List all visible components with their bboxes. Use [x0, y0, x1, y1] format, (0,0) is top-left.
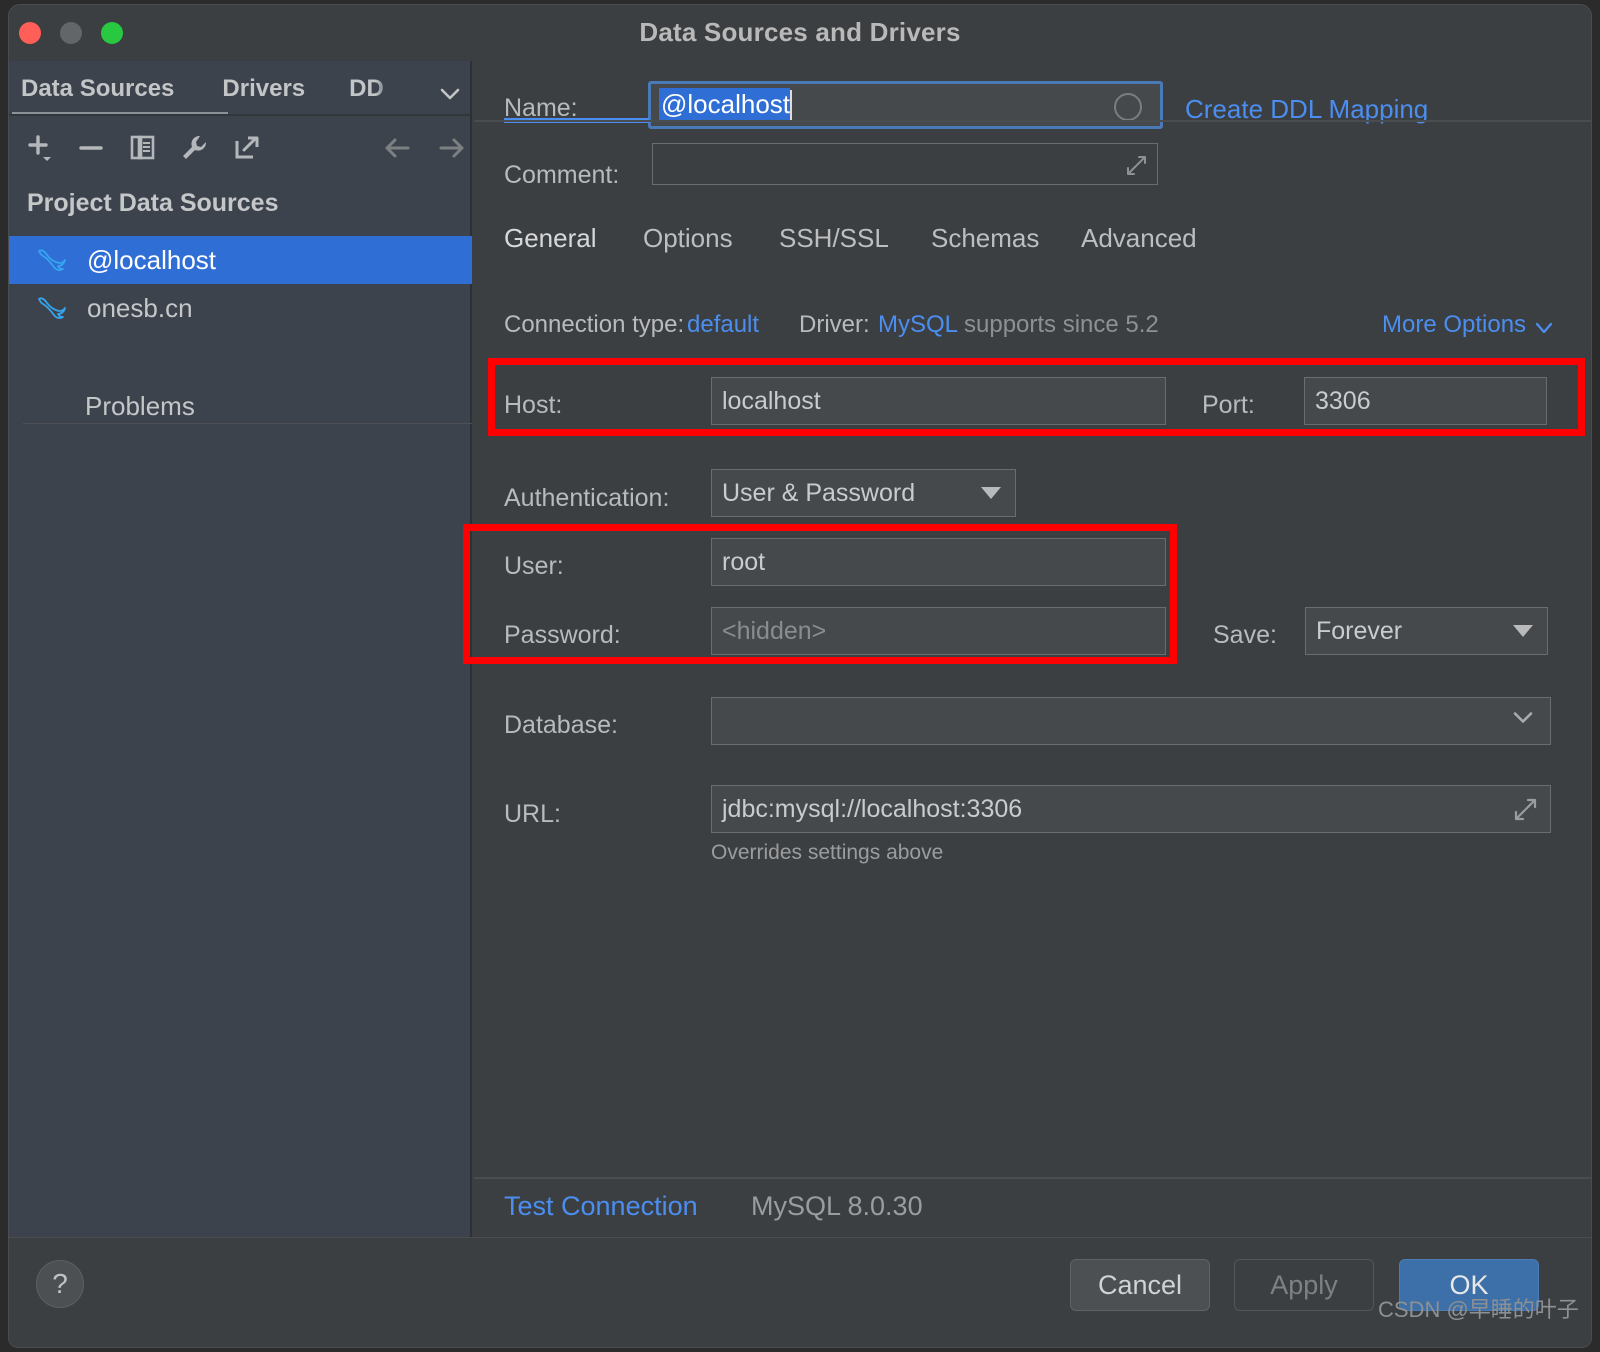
watermark: CSDN @早睡的叶子: [1378, 1297, 1579, 1322]
tab-drivers[interactable]: Drivers: [222, 61, 305, 113]
settings-tabs: General Options SSH/SSL Schemas Advanced: [474, 213, 1591, 271]
password-placeholder: <hidden>: [722, 616, 827, 645]
expand-icon[interactable]: [1511, 795, 1539, 828]
properties-button[interactable]: [172, 127, 216, 169]
add-button[interactable]: [19, 127, 63, 169]
cancel-button[interactable]: Cancel: [1070, 1259, 1210, 1311]
tab-schemas[interactable]: Schemas: [931, 223, 1039, 254]
tabs-divider: [9, 114, 470, 116]
data-sources-dialog: Data Sources and Drivers Data Sources Dr…: [8, 4, 1592, 1348]
text-caret: [790, 90, 793, 120]
caret-down-icon: [1513, 625, 1533, 637]
dialog-footer: ? Cancel Apply OK: [9, 1237, 1591, 1347]
chevron-down-icon: [1510, 705, 1536, 738]
back-button[interactable]: [376, 127, 420, 169]
save-label: Save:: [1213, 621, 1277, 649]
sidebar: Data Sources Drivers DD Project Data Sou…: [9, 61, 472, 1237]
color-indicator-icon[interactable]: [1114, 93, 1142, 121]
user-input[interactable]: root: [711, 538, 1166, 586]
driver-label: Driver:: [799, 311, 870, 338]
mysql-dolphin-icon: [35, 243, 69, 277]
connection-type-value[interactable]: default: [687, 311, 759, 339]
url-hint: Overrides settings above: [711, 841, 944, 864]
mysql-dolphin-icon: [35, 291, 69, 325]
driver-version-label: MySQL 8.0.30: [751, 1191, 923, 1221]
password-label: Password:: [504, 621, 621, 649]
database-select[interactable]: [711, 697, 1551, 745]
sidebar-divider: [23, 423, 472, 424]
export-button[interactable]: [224, 127, 268, 169]
duplicate-button[interactable]: [121, 127, 165, 169]
host-input[interactable]: localhost: [711, 377, 1166, 425]
url-label: URL:: [504, 800, 561, 828]
help-button[interactable]: ?: [36, 1260, 84, 1308]
test-connection-link[interactable]: Test Connection: [504, 1191, 698, 1222]
host-label: Host:: [504, 391, 563, 419]
remove-button[interactable]: [69, 127, 113, 169]
driver-value[interactable]: MySQL: [878, 311, 958, 339]
expand-icon[interactable]: [1123, 152, 1149, 178]
port-input[interactable]: 3306: [1304, 377, 1547, 425]
problems-label[interactable]: Problems: [85, 391, 195, 422]
main-panel: Name: @localhost Create DDL Mapping Comm…: [474, 61, 1591, 1237]
authentication-select[interactable]: User & Password: [711, 469, 1016, 517]
chevron-down-icon[interactable]: [1533, 317, 1555, 344]
sidebar-group-title: Project Data Sources: [27, 189, 279, 217]
url-input[interactable]: jdbc:mysql://localhost:3306: [711, 785, 1551, 833]
forward-button[interactable]: [429, 127, 473, 169]
authentication-label: Authentication:: [504, 484, 670, 512]
tab-options[interactable]: Options: [643, 223, 733, 254]
title-bar: Data Sources and Drivers: [9, 5, 1591, 61]
tab-ddl-mappings[interactable]: DD: [349, 61, 393, 113]
sidebar-item-label: @localhost: [87, 244, 217, 275]
apply-button: Apply: [1234, 1259, 1374, 1311]
save-value: Forever: [1316, 616, 1403, 645]
caret-down-icon: [981, 487, 1001, 499]
name-input-value: @localhost: [659, 88, 791, 122]
more-options-link[interactable]: More Options: [1382, 311, 1526, 339]
window-title: Data Sources and Drivers: [639, 17, 961, 47]
sidebar-item-localhost[interactable]: @localhost: [9, 236, 472, 284]
authentication-value: User & Password: [722, 478, 916, 507]
connection-info-row: Connection type: default Driver: MySQL s…: [474, 311, 1591, 347]
sidebar-item-onesb[interactable]: onesb.cn: [9, 284, 472, 332]
save-select[interactable]: Forever: [1305, 607, 1548, 655]
tab-data-sources[interactable]: Data Sources: [21, 61, 174, 113]
comment-label: Comment:: [504, 161, 620, 189]
sidebar-tabs: Data Sources Drivers DD: [9, 61, 470, 117]
tab-general[interactable]: General: [504, 223, 597, 254]
port-label: Port:: [1202, 391, 1255, 419]
driver-note: supports since 5.2: [964, 311, 1159, 338]
main-footer-divider: [474, 1177, 1591, 1179]
connection-type-label: Connection type:: [504, 311, 685, 338]
comment-input[interactable]: [652, 143, 1158, 185]
user-label: User:: [504, 552, 564, 580]
chevron-down-icon[interactable]: [437, 81, 463, 107]
settings-tabs-divider: [474, 120, 1591, 122]
tab-ssh-ssl[interactable]: SSH/SSL: [779, 223, 889, 254]
sidebar-toolbar: [9, 119, 470, 177]
database-label: Database:: [504, 711, 618, 739]
password-input[interactable]: <hidden>: [711, 607, 1166, 655]
tab-advanced[interactable]: Advanced: [1081, 223, 1197, 254]
sidebar-item-label: onesb.cn: [87, 292, 193, 323]
